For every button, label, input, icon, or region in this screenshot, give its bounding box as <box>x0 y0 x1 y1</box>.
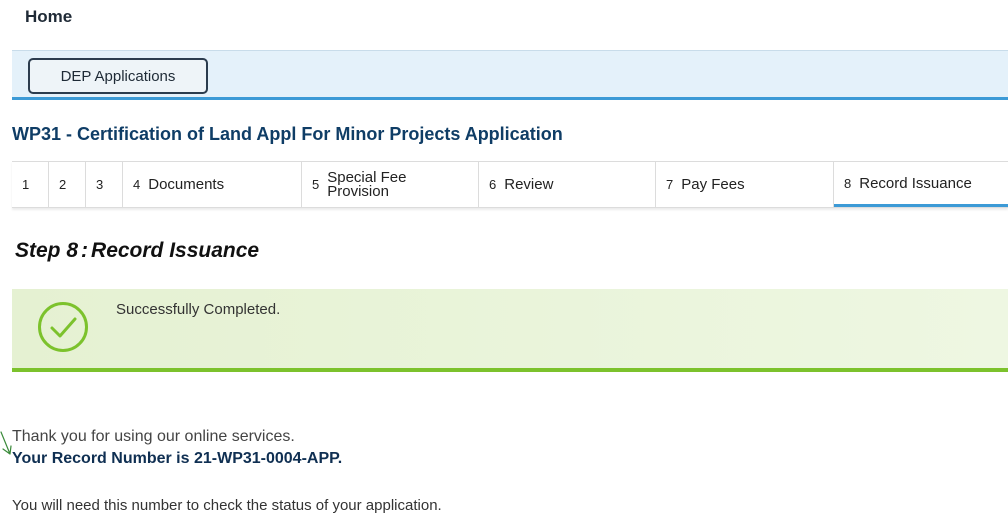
step-label: Special Fee Provision <box>327 170 406 200</box>
step-number: 3 <box>96 177 104 192</box>
step-7-pay-fees[interactable]: 7 Pay Fees <box>656 162 834 207</box>
step-number: 1 <box>22 177 30 192</box>
thanks-text: Thank you for using our online services. <box>12 428 295 445</box>
step-label-line2: Provision <box>327 182 389 200</box>
step-5-special-fee-provision[interactable]: 5 Special Fee Provision <box>302 162 479 207</box>
step-8-record-issuance[interactable]: 8 Record Issuance <box>834 162 1008 207</box>
step-label: Documents <box>148 176 225 193</box>
home-link[interactable]: Home <box>25 7 72 27</box>
check-circle-icon <box>37 301 89 353</box>
step-label: Record Issuance <box>859 174 972 192</box>
dep-applications-button[interactable]: DEP Applications <box>28 58 208 94</box>
record-number-text: Your Record Number is 21-WP31-0004-APP. <box>12 450 343 467</box>
step-6-review[interactable]: 6 Review <box>479 162 656 207</box>
step-number: 2 <box>59 177 67 192</box>
page-title: WP31 - Certification of Land Appl For Mi… <box>12 124 563 144</box>
step-label: Pay Fees <box>681 176 745 193</box>
step-4-documents[interactable]: 4 Documents <box>123 162 302 207</box>
status-note-text: You will need this number to check the s… <box>12 497 442 514</box>
step-heading-step: Step 8 <box>15 239 79 262</box>
step-number: 6 <box>489 177 497 192</box>
step-number: 7 <box>666 177 674 192</box>
step-navigation: 1 2 3 4 Documents 5 Special Fee Provisio… <box>12 161 1008 208</box>
app-bar: DEP Applications <box>12 50 1008 100</box>
step-3[interactable]: 3 <box>86 162 123 207</box>
step-number: 5 <box>312 177 320 192</box>
step-1[interactable]: 1 <box>12 162 49 207</box>
step-heading-colon: : <box>81 239 89 262</box>
step-number: 8 <box>844 175 852 191</box>
step-2[interactable]: 2 <box>49 162 86 207</box>
step-heading: Step 8: Record Issuance <box>15 239 259 263</box>
success-message-box: Successfully Completed. <box>12 289 1008 372</box>
step-label: Review <box>504 176 554 193</box>
step-heading-name: Record Issuance <box>91 239 260 262</box>
success-text: Successfully Completed. <box>116 301 281 318</box>
step-number: 4 <box>133 177 141 192</box>
